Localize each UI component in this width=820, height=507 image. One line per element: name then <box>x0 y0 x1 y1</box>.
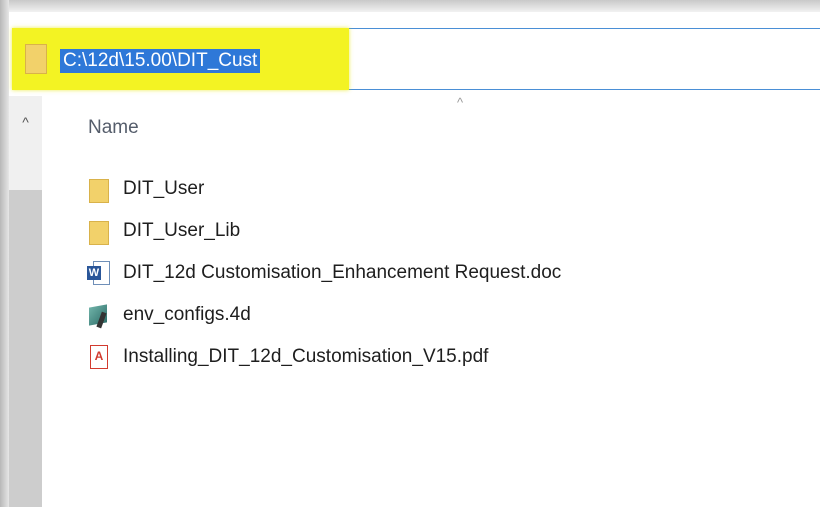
list-item-label: DIT_User <box>123 178 205 199</box>
list-item[interactable]: DIT_User_Lib <box>85 210 561 252</box>
list-item-label: env_configs.4d <box>123 304 251 325</box>
list-item-label: DIT_12d Customisation_Enhancement Reques… <box>123 262 562 283</box>
list-item-label: Installing_DIT_12d_Customisation_V15.pdf <box>123 346 489 367</box>
list-item[interactable]: DIT_12d Customisation_Enhancement Reques… <box>85 252 561 294</box>
address-path-text[interactable]: C:\12d\15.00\DIT_Cust <box>60 49 261 73</box>
folder-icon <box>85 216 113 246</box>
column-header-name[interactable]: Name <box>88 117 139 139</box>
4d-file-icon <box>85 300 113 330</box>
list-item[interactable]: env_configs.4d <box>85 294 561 336</box>
folder-icon <box>85 174 113 204</box>
folder-icon <box>25 44 47 74</box>
sort-ascending-icon: ^ <box>456 95 464 110</box>
list-item[interactable]: Installing_DIT_12d_Customisation_V15.pdf <box>85 336 561 378</box>
scrollbar-thumb[interactable] <box>9 190 42 507</box>
window-border-left <box>0 0 9 507</box>
list-item-label: DIT_User_Lib <box>123 220 241 241</box>
list-item[interactable]: DIT_User <box>85 168 561 210</box>
scroll-up-icon[interactable]: ^ <box>9 108 42 136</box>
pdf-icon <box>85 342 113 372</box>
window-border-top <box>0 0 820 12</box>
word-document-icon <box>85 258 113 288</box>
file-list: DIT_User DIT_User_Lib DIT_12d Customisat… <box>85 168 561 378</box>
